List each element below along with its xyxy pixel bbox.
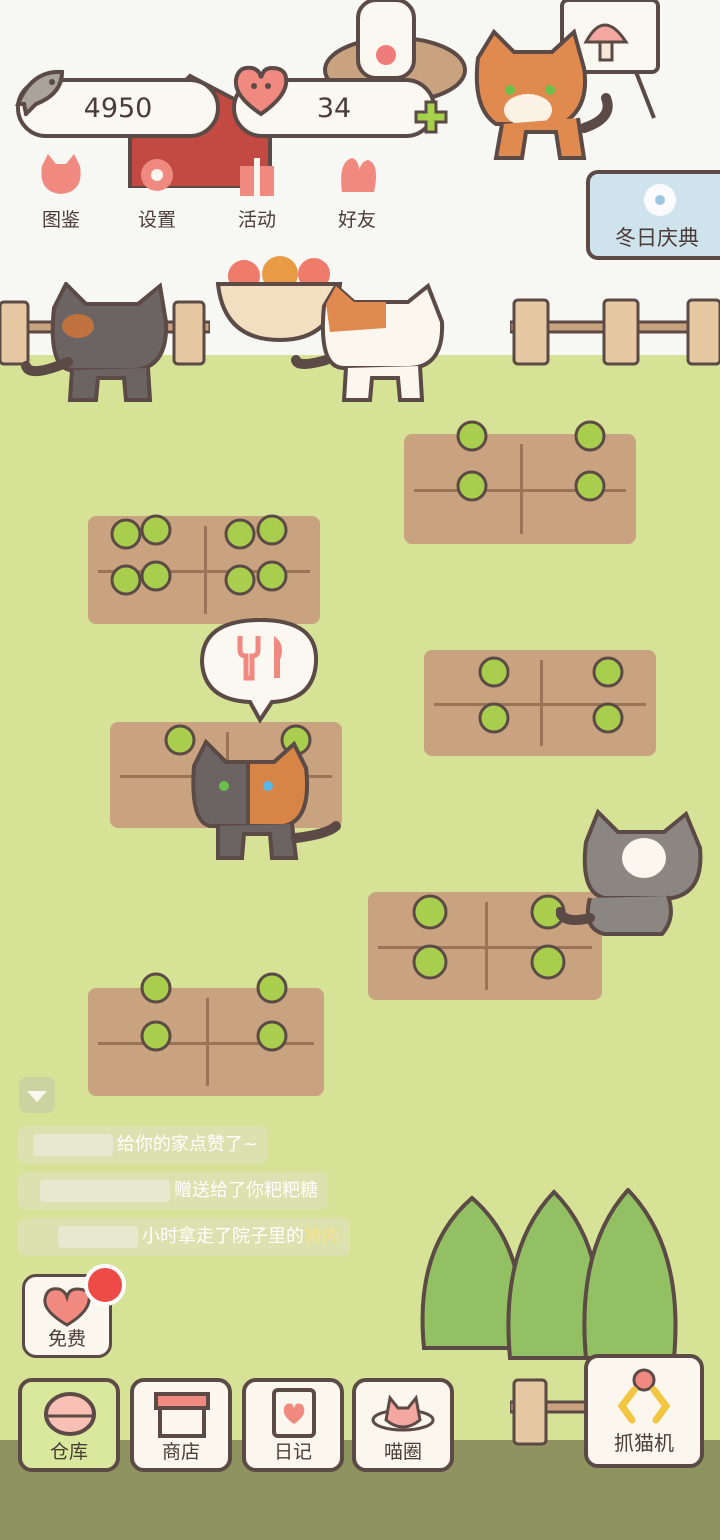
collapse-messages-button[interactable] — [18, 1076, 56, 1114]
orange-tabby-cat[interactable] — [466, 28, 616, 168]
calico-dark-cat[interactable] — [20, 282, 170, 406]
message-text-3: 小时拿走了院子里的 — [142, 1226, 304, 1247]
friends-icon — [341, 158, 376, 192]
claw-machine-button[interactable]: 抓猫机 — [584, 1354, 704, 1468]
friends-label: 好友 — [337, 209, 376, 231]
cat-circle-button[interactable]: 喵圈 — [352, 1378, 454, 1472]
encyclopedia-button[interactable]: 图鉴 — [22, 152, 100, 232]
winter-festival-label: 冬日庆典 — [615, 226, 699, 250]
heart-face-icon — [233, 65, 289, 117]
redacted-username — [58, 1226, 138, 1248]
fence-bottom — [510, 1378, 590, 1446]
grey-white-cat[interactable] — [556, 808, 708, 942]
message-text-1: 给你的家点赞了~ — [116, 1134, 258, 1155]
warehouse-label: 仓库 — [49, 1441, 88, 1463]
fork-spoon-icon — [237, 636, 282, 681]
sprouts — [110, 420, 624, 1052]
message-row-2: 赠送给了你粑粑糖 — [18, 1172, 328, 1210]
cat-circle-label: 喵圈 — [383, 1441, 422, 1463]
friends-button[interactable]: 好友 — [318, 152, 396, 232]
planet-cat-icon — [371, 1394, 435, 1432]
events-button[interactable]: 活动 — [218, 152, 296, 232]
message-row-3: 小时拿走了院子里的猪肉 — [18, 1218, 350, 1256]
orange-white-cat[interactable] — [290, 282, 450, 406]
warehouse-icon — [44, 1392, 96, 1436]
encyclopedia-label: 图鉴 — [41, 209, 80, 231]
fish-currency-value: 4950 — [83, 92, 153, 124]
claw-machine-label: 抓猫机 — [614, 1431, 674, 1455]
settings-label: 设置 — [137, 209, 176, 231]
fence-right — [510, 298, 720, 366]
message-row-1: 给你的家点赞了~ — [18, 1126, 268, 1164]
events-label: 活动 — [237, 209, 276, 231]
message-text-2: 赠送给了你粑粑糖 — [174, 1180, 318, 1201]
flower-icon — [644, 184, 676, 216]
diary-icon — [272, 1388, 316, 1438]
winter-festival-button[interactable]: 冬日庆典 — [586, 170, 720, 260]
shop-label: 商店 — [161, 1441, 200, 1463]
diary-label: 日记 — [273, 1441, 312, 1463]
fish-icon — [15, 69, 65, 116]
settings-button[interactable]: 设置 — [118, 152, 196, 232]
gift-icon — [240, 158, 274, 196]
two-tone-cat[interactable] — [188, 738, 342, 862]
message-highlight-item: 猪肉 — [304, 1226, 340, 1247]
warehouse-button[interactable]: 仓库 — [18, 1378, 120, 1472]
claw-icon — [617, 1368, 671, 1424]
redacted-username — [40, 1180, 170, 1202]
gear-icon — [141, 159, 173, 191]
diary-button[interactable]: 日记 — [242, 1378, 344, 1472]
redacted-username — [32, 1134, 113, 1156]
notification-badge — [84, 1264, 126, 1306]
cat-book-icon — [41, 154, 81, 194]
shop-button[interactable]: 商店 — [130, 1378, 232, 1472]
shop-icon — [154, 1392, 210, 1438]
heart-currency-value: 34 — [316, 92, 352, 124]
add-hearts-button[interactable] — [414, 100, 448, 134]
free-label: 免费 — [47, 1328, 86, 1350]
